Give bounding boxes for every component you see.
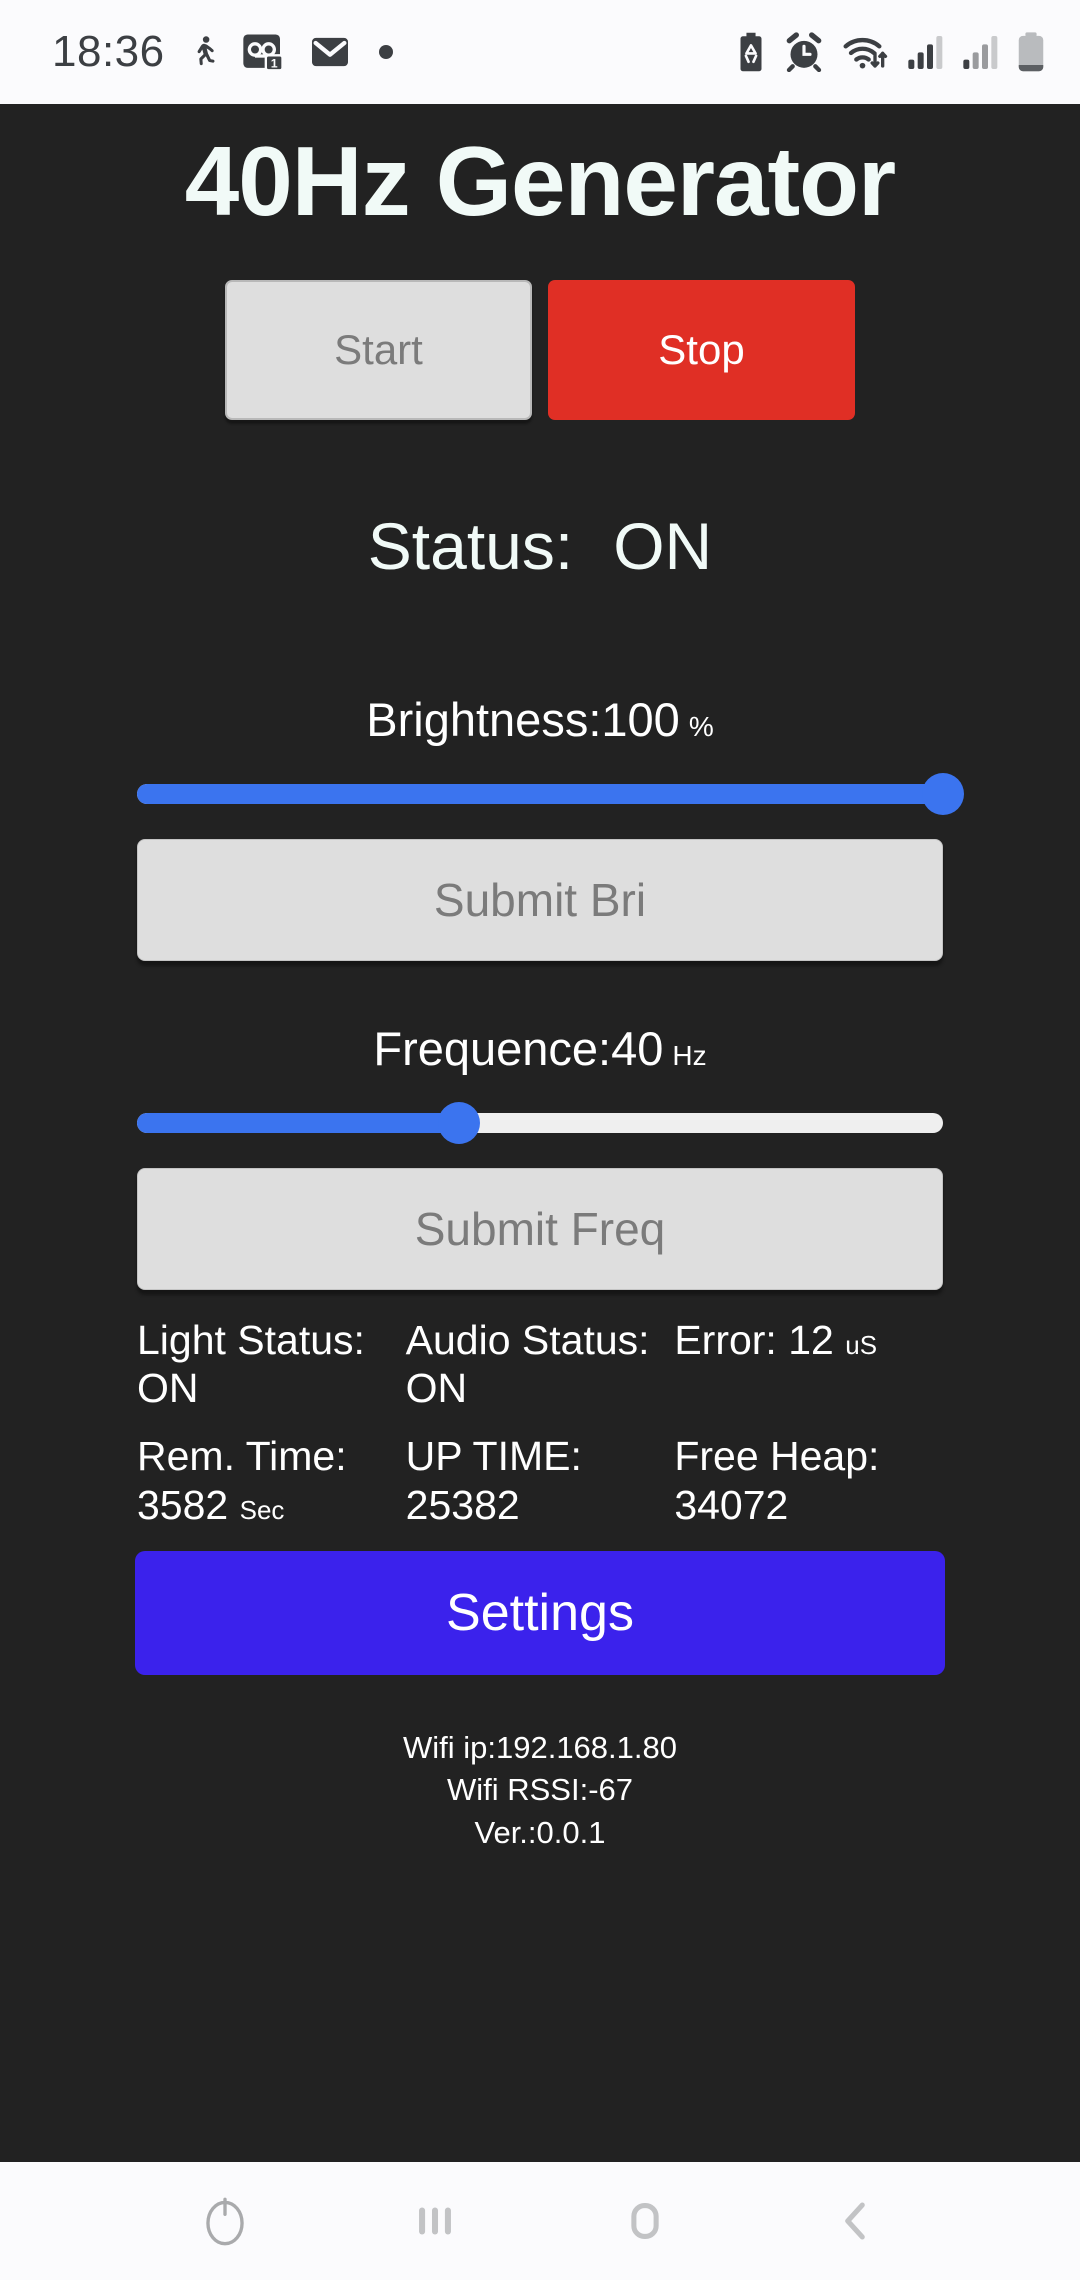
rem-time-unit: Sec [239,1494,285,1525]
submit-frequence-button[interactable]: Submit Freq [137,1167,943,1290]
phone-screen: 18:36 1 40Hz Generator Start Stop Status… [0,0,1080,2280]
signal-sim1-icon [906,32,944,72]
stop-button[interactable]: Stop [548,279,855,420]
up-time-cell: UP TIME: 25382 [405,1433,582,1528]
status-bar-clock: 18:36 [52,27,165,76]
frequence-slider-fill [137,1112,460,1133]
voicemail-icon: 1 [242,32,287,72]
dot-indicator-icon [378,45,393,59]
rem-time-cell: Rem. Time: 3582 Sec [137,1432,406,1529]
home-icon[interactable] [590,2166,700,2276]
audio-status-cell: Audio Status: ON [405,1316,650,1412]
wifi-icon [841,32,889,72]
battery-icon [1016,31,1046,73]
frequence-slider-thumb[interactable] [438,1101,481,1144]
page-title: 40Hz Generator [184,126,896,236]
email-icon [309,32,351,72]
status-bar-left: 18:36 1 [52,27,393,77]
power-icon[interactable] [170,2166,280,2276]
status-bar-right [735,31,1046,73]
alarm-icon [784,32,824,72]
brightness-slider[interactable] [137,771,964,817]
status-value: ON [613,508,713,583]
frequence-unit: Hz [672,1039,707,1071]
back-icon[interactable] [800,2166,910,2276]
brightness-label: Brightness:100 [366,692,680,746]
submit-brightness-button[interactable]: Submit Bri [137,838,943,961]
recents-icon[interactable] [380,2166,490,2276]
brightness-unit: % [688,710,714,742]
navigation-bar [0,2162,1080,2280]
wifi-rssi-text: Wifi RSSI:-67 [446,1772,633,1808]
error-value: Error: 12 [674,1316,834,1363]
frequence-slider[interactable] [137,1100,943,1146]
error-cell: Error: 12 uS [674,1316,943,1413]
battery-saver-icon [735,31,767,73]
walking-icon [187,32,221,72]
transport-controls: Start Stop [225,279,855,420]
app-content: 40Hz Generator Start Stop Status: ON Bri… [0,104,1080,2162]
frequence-label-row: Frequence:40 Hz [373,1021,706,1076]
brightness-slider-fill [137,783,943,804]
free-heap-cell: Free Heap: 34072 [674,1433,880,1528]
error-unit: uS [845,1329,878,1360]
brightness-slider-thumb[interactable] [922,772,964,815]
start-button[interactable]: Start [225,279,532,420]
brightness-label-row: Brightness:100 % [366,692,713,747]
frequence-label: Frequence:40 [373,1021,664,1075]
light-status-cell: Light Status: ON [137,1316,365,1412]
wifi-ip-text: Wifi ip:192.168.1.80 [402,1730,677,1766]
footer-info: Wifi ip:192.168.1.80 Wifi RSSI:-67 Ver.:… [403,1727,677,1853]
status-display: Status: ON [368,508,712,584]
status-label: Status: [367,508,574,583]
version-text: Ver.:0.0.1 [474,1814,606,1850]
settings-button[interactable]: Settings [135,1551,945,1676]
signal-sim2-icon [961,32,999,72]
info-grid: Light Status: ON Audio Status: ON Error:… [137,1316,943,1530]
status-bar: 18:36 1 [0,0,1080,104]
svg-text:1: 1 [270,57,277,71]
